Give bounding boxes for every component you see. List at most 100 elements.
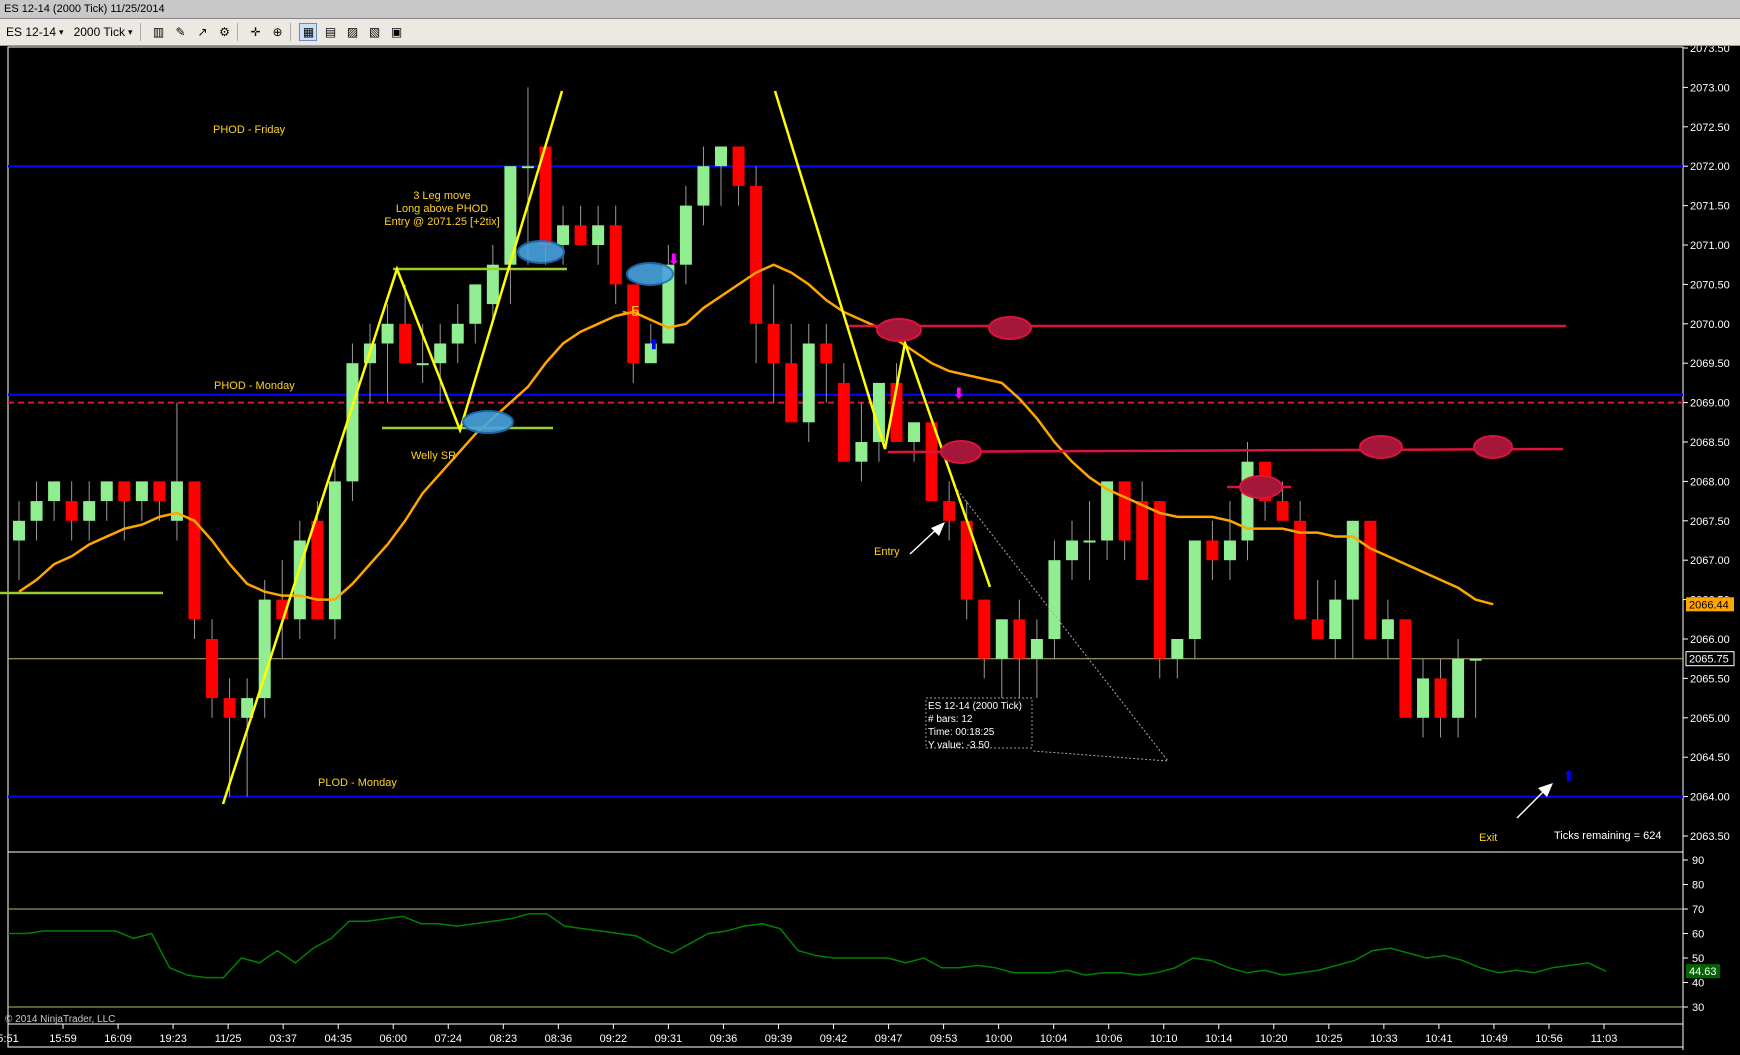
candle-up (1417, 678, 1429, 718)
candle-up (557, 225, 570, 245)
candle-up (135, 481, 148, 502)
chart-canvas[interactable]: ⬇ ⬇ ⬆ ⬆ PHOD - Friday PHOD - Monday PLOD… (0, 43, 1740, 1050)
price-tick-label: 2068.50 (1690, 437, 1730, 449)
toolbar-separator (140, 23, 142, 41)
price-tick-label: 2067.50 (1690, 516, 1730, 528)
time-tick-label: 06:00 (379, 1033, 407, 1045)
exit-arrow (1516, 788, 1547, 819)
candle-down (767, 323, 780, 364)
candle-down (837, 382, 850, 462)
pencil-draw-icon[interactable]: ✎ (171, 23, 189, 41)
candle-up (381, 323, 394, 344)
price-tick-label: 2064.50 (1690, 752, 1730, 764)
time-tick-label: 10:20 (1260, 1033, 1288, 1045)
entry-marker-ellipse[interactable] (626, 262, 674, 286)
candle-up (1048, 560, 1061, 639)
resistance-marker-ellipse[interactable] (1239, 475, 1283, 499)
time-tick-label: 10:41 (1425, 1033, 1453, 1045)
entry-marker-ellipse[interactable] (462, 410, 514, 434)
zoom-icon[interactable]: ⊕ (268, 23, 286, 41)
oscillator-axis[interactable]: 90 80 70 60 50 40 30 44.63 (1683, 855, 1720, 1014)
strategy-icon[interactable]: ⚙ (215, 23, 233, 41)
resistance-marker-ellipse[interactable] (1473, 435, 1513, 459)
ticks-remaining-label: Ticks remaining = 624 (1554, 830, 1662, 842)
time-axis[interactable]: 5:51 15:59 16:09 19:23 11/25 03:37 04:35 06:00 0… (0, 1024, 1617, 1045)
resistance-line-middle[interactable] (887, 447, 1564, 454)
exit-label: Exit (1479, 832, 1497, 844)
resistance-marker-ellipse[interactable] (988, 316, 1032, 340)
chart-settings-icon[interactable]: ▤ (321, 23, 339, 41)
properties-icon[interactable]: ▧ (365, 23, 383, 41)
time-tick-label: 03:37 (269, 1033, 297, 1045)
oscillator-tick-label: 70 (1692, 904, 1704, 916)
time-tick-label: 10:06 (1095, 1033, 1123, 1045)
time-tick-label: 11/25 (215, 1033, 242, 1045)
price-tick-label: 2071.50 (1690, 201, 1730, 213)
chart-toolbar: ES 12-14 2000 Tick ▥ ✎ ↗ ⚙ ✛ ⊕ ▦ ▤ ▨ ▧ ▣ (0, 19, 1740, 46)
candle-down (311, 520, 324, 620)
candle-down (1136, 501, 1149, 580)
chart-frame (7, 46, 1684, 1048)
price-tick-label: 2066.00 (1690, 634, 1730, 646)
oscillator-panel (8, 908, 1683, 1008)
chart-trader-icon[interactable]: ▨ (343, 23, 361, 41)
last-price-label: 2065.75 (1689, 654, 1729, 666)
candle-up (451, 323, 464, 344)
candle-up (697, 166, 710, 206)
resistance-marker-ellipse[interactable] (1359, 435, 1403, 459)
data-box-line3: Time: 00:18:25 (928, 727, 995, 738)
interval-selector[interactable]: 2000 Tick (70, 22, 137, 42)
price-tick-label: 2065.00 (1690, 713, 1730, 725)
candle-down (943, 501, 956, 521)
time-tick-label: 09:36 (710, 1033, 738, 1045)
window-title: ES 12-14 (2000 Tick) 11/25/2014 (4, 3, 165, 15)
candle-down (1399, 619, 1412, 718)
oscillator-line (8, 913, 1607, 979)
plod-monday-label: PLOD - Monday (318, 777, 397, 789)
candle-up (30, 501, 43, 521)
three-leg-label-line3: Entry @ 2071.25 [+2tix] (384, 216, 499, 228)
time-tick-label: 09:31 (655, 1033, 683, 1045)
price-tick-label: 2070.50 (1690, 279, 1730, 291)
oscillator-tick-label: 90 (1692, 855, 1704, 867)
candle-up (100, 481, 113, 502)
template-icon[interactable]: ▣ (387, 23, 405, 41)
price-axis[interactable]: 2073.50 2073.00 2072.50 2072.00 2071.50 2071.… (1683, 43, 1735, 843)
resistance-marker-ellipse[interactable] (876, 318, 922, 342)
candle-down (609, 225, 622, 285)
bar-type-icon[interactable]: ▥ (149, 23, 167, 41)
crosshair-icon[interactable]: ✛ (246, 23, 264, 41)
price-tick-label: 2072.00 (1690, 161, 1730, 173)
resistance-marker-ellipse[interactable] (940, 440, 982, 464)
drawing-objects: ⬇ ⬇ ⬆ ⬆ (0, 90, 1575, 819)
candle-up (679, 205, 692, 265)
annotation-labels: PHOD - Friday PHOD - Monday PLOD - Monda… (5, 124, 1662, 1025)
entry-label: Entry (874, 546, 900, 558)
candle-up (1083, 540, 1096, 543)
candle-up (1188, 540, 1201, 639)
price-tick-label: 2067.00 (1690, 555, 1730, 567)
instrument-selector[interactable]: ES 12-14 (2, 22, 68, 42)
add-indicator-icon[interactable]: ↗ (193, 23, 211, 41)
candle-up (258, 599, 271, 699)
price-tick-label: 2068.00 (1690, 476, 1730, 488)
time-tick-label: 09:39 (765, 1033, 793, 1045)
candle-down (1276, 501, 1289, 521)
buy-signal-icon: ⬆ (648, 336, 660, 352)
candle-down (1013, 619, 1026, 659)
candle-down (206, 639, 219, 699)
entry-marker-ellipse[interactable] (517, 240, 565, 264)
data-box-icon[interactable]: ▦ (299, 23, 318, 41)
candle-down (627, 284, 640, 364)
candle-up (48, 481, 61, 502)
candlestick-series (13, 87, 1482, 797)
time-tick-label: 10:04 (1040, 1033, 1068, 1045)
candle-down (65, 501, 78, 521)
candle-up (592, 225, 605, 245)
chart-panel[interactable]: ⬇ ⬇ ⬆ ⬆ PHOD - Friday PHOD - Monday PLOD… (0, 43, 1740, 1050)
candle-up (469, 284, 482, 324)
entry-arrow-head (931, 522, 945, 536)
candle-up (1066, 540, 1078, 561)
buy-signal-icon: ⬆ (1563, 768, 1575, 784)
oscillator-tick-label: 60 (1692, 929, 1704, 941)
